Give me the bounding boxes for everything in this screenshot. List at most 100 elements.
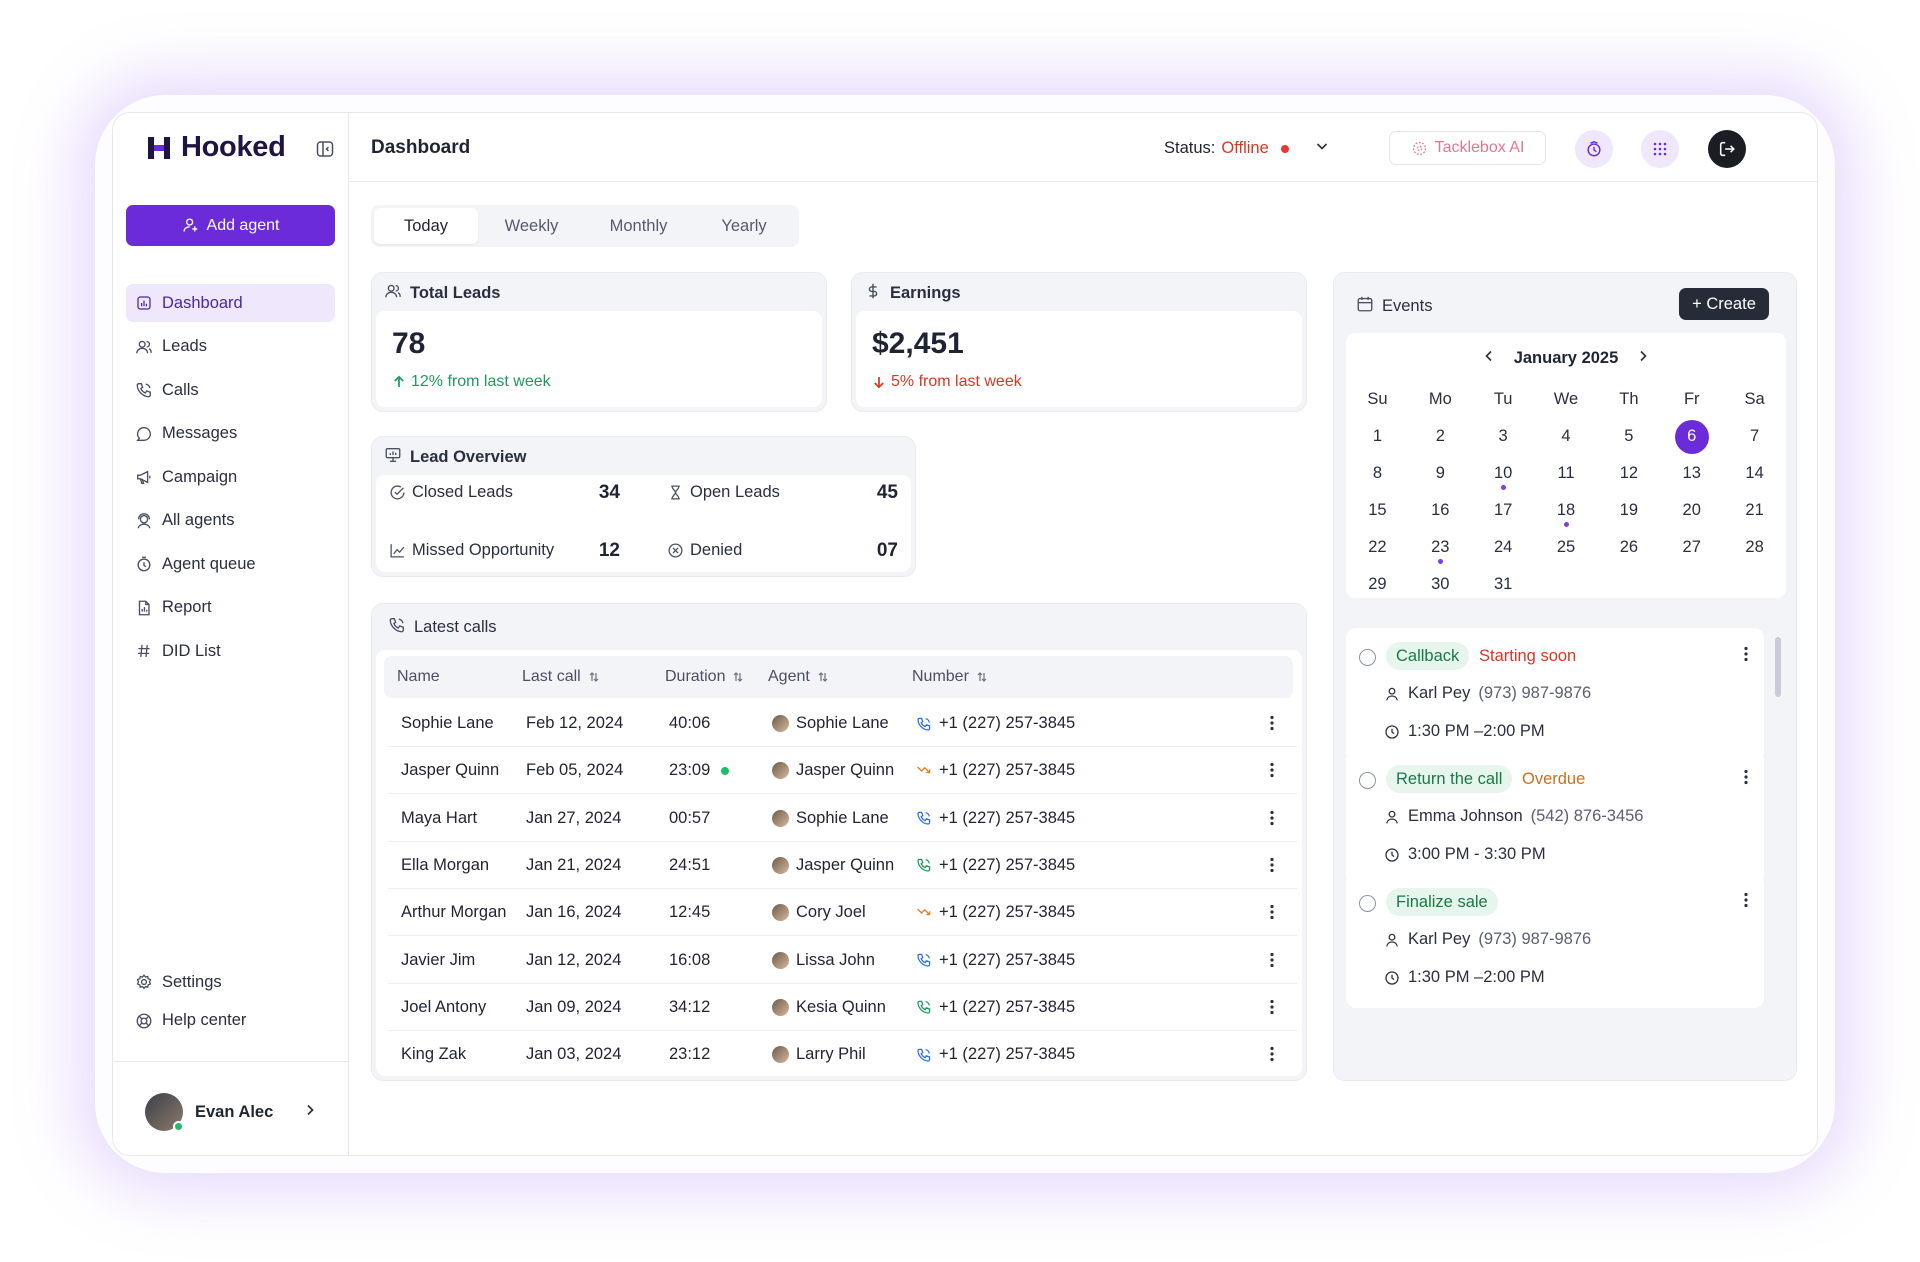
calendar-day[interactable]: 8 (1346, 455, 1409, 492)
calendar-day[interactable]: 13 (1660, 455, 1723, 492)
phone-number: +1 (227) 257-3845 (939, 761, 1076, 780)
column-header-agent[interactable]: Agent (768, 668, 828, 686)
add-agent-button[interactable]: Add agent (126, 205, 335, 246)
more-options-icon[interactable] (1264, 760, 1280, 780)
calendar-day[interactable]: 28 (1723, 529, 1786, 566)
column-header-last-call[interactable]: Last call (522, 668, 599, 686)
table-row[interactable]: Jasper Quinn Feb 05, 2024 23:09 Jasper Quin… (388, 747, 1297, 795)
calendar-day[interactable]: 4 (1535, 418, 1598, 455)
sidebar-item-settings[interactable]: Settings (126, 963, 335, 1001)
table-row[interactable]: Maya Hart Jan 27, 2024 00:57 Sophie Lane +1 … (388, 795, 1297, 842)
more-options-icon[interactable] (1264, 950, 1280, 970)
calendar-day[interactable]: 20 (1660, 492, 1723, 529)
calendar-day[interactable]: 24 (1472, 529, 1535, 566)
table-row[interactable]: King Zak Jan 03, 2024 23:12 Larry Phil +1 (2… (388, 1031, 1297, 1078)
calendar-day[interactable]: 10 (1472, 455, 1535, 492)
event-card[interactable]: Callback Starting soon Karl Pey (973) 987-9… (1346, 628, 1764, 762)
calendar-day[interactable]: 9 (1409, 455, 1472, 492)
table-row[interactable]: Sophie Lane Feb 12, 2024 40:06 Sophie Lane +… (388, 700, 1297, 747)
sidebar-item-report[interactable]: Report (126, 589, 335, 627)
calendar-day[interactable]: 30 (1409, 566, 1472, 603)
calendar-day[interactable]: 3 (1472, 418, 1535, 455)
earnings-card: Earnings $2,451 5% from last week (851, 272, 1307, 412)
tab-monthly[interactable]: Monthly (585, 208, 692, 244)
event-complete-radio[interactable] (1359, 895, 1376, 912)
status-selector[interactable]: Status: Offline (1164, 139, 1329, 158)
calendar-day[interactable]: 27 (1660, 529, 1723, 566)
sidebar-item-dashboard[interactable]: Dashboard (126, 284, 335, 322)
sidebar-item-campaign[interactable]: Campaign (126, 458, 335, 496)
more-options-icon[interactable] (1744, 769, 1748, 790)
sidebar-item-calls[interactable]: Calls (126, 371, 335, 409)
more-options-icon[interactable] (1264, 808, 1280, 828)
weekday-label: We (1553, 390, 1579, 408)
calendar-day[interactable]: 31 (1472, 566, 1535, 603)
scrollbar[interactable] (1775, 637, 1781, 697)
tab-today[interactable]: Today (374, 208, 478, 244)
table-row[interactable]: Joel Antony Jan 09, 2024 34:12 Kesia Quinn +… (388, 984, 1297, 1031)
more-options-icon[interactable] (1264, 713, 1280, 733)
create-event-button[interactable]: + Create (1679, 288, 1769, 320)
sidebar-item-all-agents[interactable]: All agents (126, 502, 335, 540)
collapse-sidebar-icon[interactable] (315, 139, 335, 159)
agent-name: Lissa John (796, 950, 875, 969)
calendar-day[interactable]: 21 (1723, 492, 1786, 529)
phone-number: +1 (227) 257-3845 (939, 950, 1076, 969)
tab-yearly[interactable]: Yearly (692, 208, 796, 244)
calendar-day[interactable]: 23 (1409, 529, 1472, 566)
calendar-day[interactable]: 16 (1409, 492, 1472, 529)
more-options-icon[interactable] (1264, 997, 1280, 1017)
chevron-right-icon[interactable] (1636, 349, 1650, 368)
table-row[interactable]: Arthur Morgan Jan 16, 2024 12:45 Cory Joel +… (388, 889, 1297, 937)
day-number: 10 (1493, 464, 1513, 482)
calendar-day[interactable]: 6 (1660, 418, 1723, 455)
column-header-name[interactable]: Name (397, 668, 440, 686)
column-header-duration[interactable]: Duration (665, 668, 743, 686)
event-card[interactable]: Finalize sale Karl Pey (973) 987-9876 1:30 … (1346, 874, 1764, 1008)
calendar-day[interactable]: 18 (1535, 492, 1598, 529)
sidebar-item-messages[interactable]: Messages (126, 415, 335, 453)
sidebar-item-help-center[interactable]: Help center (126, 1002, 335, 1040)
sidebar-item-leads[interactable]: Leads (126, 328, 335, 366)
tab-weekly[interactable]: Weekly (478, 208, 585, 244)
more-options-icon[interactable] (1264, 855, 1280, 875)
sidebar-item-agent-queue[interactable]: Agent queue (126, 545, 335, 583)
calendar-day[interactable]: 22 (1346, 529, 1409, 566)
tacklebox-ai-button[interactable]: Tacklebox AI (1389, 131, 1546, 165)
table-row[interactable]: Javier Jim Jan 12, 2024 16:08 Lissa John +1 … (388, 937, 1297, 984)
user-profile[interactable]: Evan Alec (145, 1093, 317, 1132)
missed-opportunity-value: 12 (598, 540, 620, 561)
sidebar-item-did-list[interactable]: DID List (126, 632, 335, 670)
calendar-day[interactable]: 19 (1597, 492, 1660, 529)
cell-number: +1 (227) 257-3845 (916, 1045, 1075, 1064)
event-complete-radio[interactable] (1359, 772, 1376, 789)
calendar-day[interactable]: 12 (1597, 455, 1660, 492)
calendar-day[interactable]: 14 (1723, 455, 1786, 492)
calendar-day[interactable]: 7 (1723, 418, 1786, 455)
calendar-day[interactable]: 5 (1597, 418, 1660, 455)
more-options-icon[interactable] (1264, 902, 1280, 922)
apps-grid-button[interactable] (1641, 130, 1679, 168)
logout-button[interactable] (1708, 130, 1746, 168)
more-options-icon[interactable] (1264, 1044, 1280, 1064)
logo[interactable]: Hooked (145, 131, 286, 164)
column-header-number[interactable]: Number (912, 668, 987, 686)
timer-button[interactable] (1575, 130, 1613, 168)
calendar-week: 8 9 10 11 12 13 14 (1346, 455, 1786, 492)
event-card[interactable]: Return the call Overdue Emma Johnson (542) … (1346, 751, 1764, 885)
agent-name: Sophie Lane (796, 714, 889, 732)
calendar-day[interactable]: 29 (1346, 566, 1409, 603)
calendar-day[interactable]: 25 (1535, 529, 1598, 566)
calendar-day[interactable]: 1 (1346, 418, 1409, 455)
event-complete-radio[interactable] (1359, 649, 1376, 666)
calendar-week: 15 16 17 18 19 20 21 (1346, 492, 1786, 529)
calendar-day[interactable]: 15 (1346, 492, 1409, 529)
more-options-icon[interactable] (1744, 646, 1748, 667)
calendar-day[interactable]: 11 (1535, 455, 1598, 492)
table-row[interactable]: Ella Morgan Jan 21, 2024 24:51 Jasper Quinn… (388, 842, 1297, 889)
calendar-day[interactable]: 2 (1409, 418, 1472, 455)
chevron-left-icon[interactable] (1482, 349, 1496, 368)
calendar-day[interactable]: 17 (1472, 492, 1535, 529)
more-options-icon[interactable] (1744, 892, 1748, 913)
calendar-day[interactable]: 26 (1597, 529, 1660, 566)
